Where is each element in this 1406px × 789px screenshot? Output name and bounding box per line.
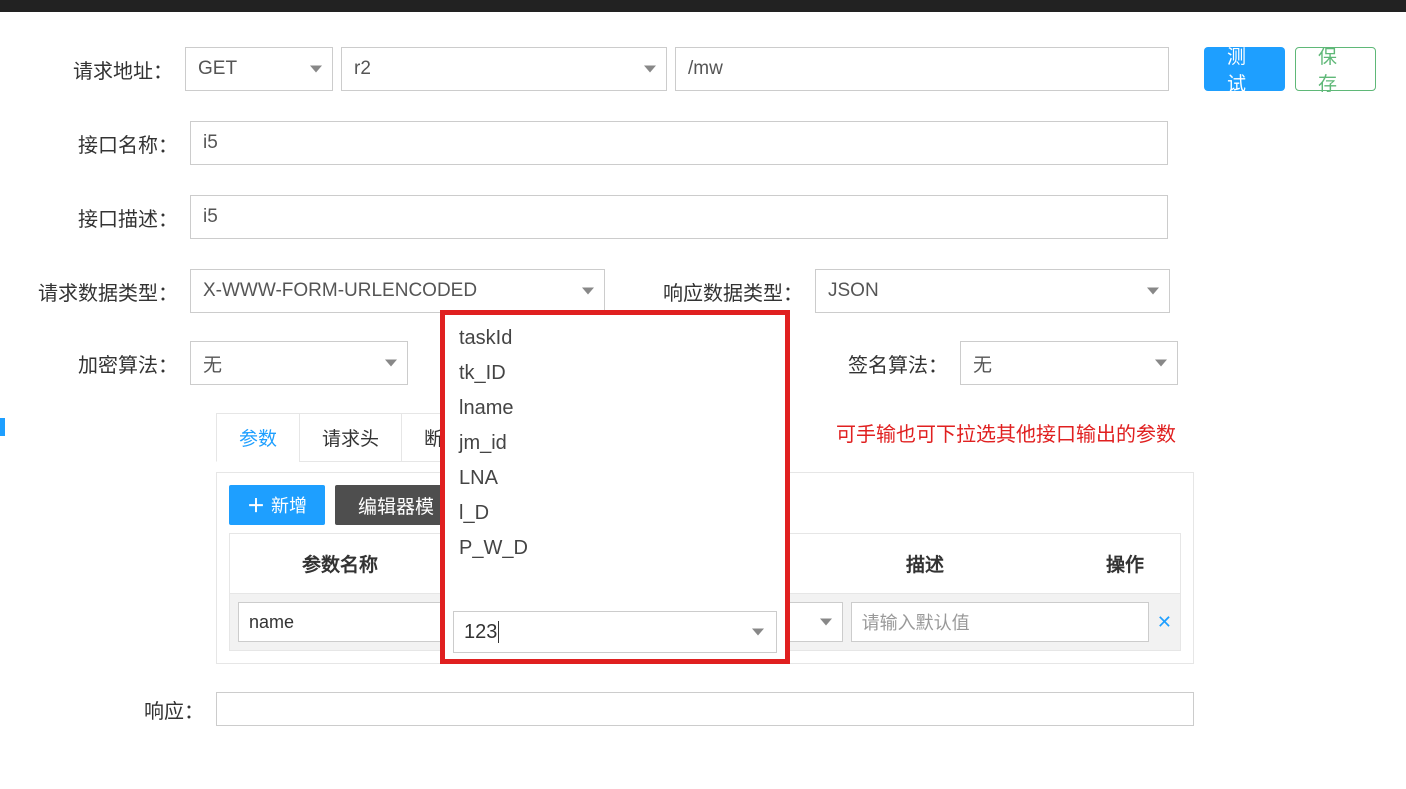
- dropdown-option[interactable]: tk_ID: [445, 356, 785, 391]
- plus-icon: ＋: [247, 492, 265, 518]
- block-signature: 签名算法： 无: [848, 341, 1178, 385]
- label-response: 响应：: [30, 695, 216, 724]
- path-input[interactable]: /mw: [675, 47, 1169, 91]
- label-response-data-type: 响应数据类型：: [663, 277, 815, 306]
- block-response-data-type: 响应数据类型： JSON: [663, 269, 1170, 313]
- th-param-desc: 描述: [780, 534, 1070, 593]
- interface-desc-input[interactable]: i5: [190, 195, 1168, 239]
- window-topbar: [0, 0, 1406, 12]
- row-interface-name: 接口名称： i5: [30, 121, 1376, 165]
- dropdown-option[interactable]: P_W_D: [445, 531, 785, 566]
- tab-headers[interactable]: 请求头: [299, 413, 402, 462]
- editor-mode-button[interactable]: 编辑器模: [335, 485, 457, 525]
- text-cursor: [498, 621, 499, 643]
- host-select[interactable]: r2: [341, 47, 667, 91]
- param-desc-placeholder: 请输入默认值: [862, 609, 970, 635]
- encryption-algo-value: 无: [203, 350, 222, 377]
- label-request-url: 请求地址：: [30, 55, 185, 84]
- tabs: 参数 请求头 断言: [216, 413, 1376, 462]
- http-method-value: GET: [198, 58, 237, 80]
- save-button[interactable]: 保存: [1295, 47, 1376, 91]
- dropdown-option[interactable]: taskId: [445, 321, 785, 356]
- row-interface-desc: 接口描述： i5: [30, 195, 1376, 239]
- url-row-actions: 测试 保存: [1204, 47, 1376, 91]
- row-request-url: 请求地址： GET r2 /mw 测试 保存: [30, 47, 1376, 91]
- add-param-button[interactable]: ＋ 新增: [229, 485, 325, 525]
- label-signature-algo: 签名算法：: [848, 349, 960, 378]
- request-url-controls: GET r2 /mw: [185, 47, 1169, 91]
- encryption-algo-select[interactable]: 无: [190, 341, 408, 385]
- annotation-text: 可手输也可下拉选其他接口输出的参数: [836, 418, 1176, 447]
- block-encryption: 加密算法： 无: [30, 341, 408, 385]
- http-method-select[interactable]: GET: [185, 47, 333, 91]
- block-request-data-type: 请求数据类型： X-WWW-FORM-URLENCODED: [30, 269, 605, 313]
- dropdown-combobox-input[interactable]: 123: [453, 611, 777, 653]
- label-interface-desc: 接口描述：: [30, 203, 190, 232]
- path-value: /mw: [688, 58, 723, 80]
- chevron-down-icon: [385, 360, 397, 367]
- dropdown-input-value: 123: [464, 621, 497, 644]
- dropdown-option[interactable]: l_D: [445, 496, 785, 531]
- chevron-down-icon: [820, 619, 832, 626]
- row-data-types: 请求数据类型： X-WWW-FORM-URLENCODED 响应数据类型： JS…: [30, 269, 1376, 313]
- param-desc-input[interactable]: 请输入默认值: [851, 602, 1149, 642]
- chevron-down-icon: [582, 288, 594, 295]
- response-output: [216, 692, 1194, 726]
- label-encryption-algo: 加密算法：: [30, 349, 190, 378]
- interface-desc-value: i5: [203, 206, 218, 228]
- tab-params[interactable]: 参数: [216, 413, 300, 462]
- chevron-down-icon: [752, 629, 764, 636]
- row-response: 响应：: [30, 692, 1376, 726]
- chevron-down-icon: [644, 66, 656, 73]
- param-name-value: name: [249, 612, 294, 633]
- chevron-down-icon: [1147, 288, 1159, 295]
- host-value: r2: [354, 58, 371, 80]
- request-data-type-value: X-WWW-FORM-URLENCODED: [203, 280, 477, 302]
- param-op-cell: ✕: [1157, 612, 1172, 633]
- dropdown-option[interactable]: lname: [445, 391, 785, 426]
- label-interface-name: 接口名称：: [30, 129, 190, 158]
- left-accent-bar: [0, 418, 5, 436]
- param-value-dropdown: taskId tk_ID lname jm_id LNA l_D P_W_D 1…: [440, 310, 790, 664]
- test-button[interactable]: 测试: [1204, 47, 1285, 91]
- th-param-op: 操作: [1070, 534, 1180, 593]
- signature-algo-select[interactable]: 无: [960, 341, 1178, 385]
- request-data-type-select[interactable]: X-WWW-FORM-URLENCODED: [190, 269, 605, 313]
- form-container: 请求地址： GET r2 /mw 测试 保存 接口名称： i5 接口描述：: [0, 12, 1406, 746]
- signature-algo-value: 无: [973, 350, 992, 377]
- chevron-down-icon: [310, 66, 322, 73]
- response-data-type-value: JSON: [828, 280, 879, 302]
- response-data-type-select[interactable]: JSON: [815, 269, 1170, 313]
- add-button-label: 新增: [271, 492, 307, 518]
- th-param-name: 参数名称: [230, 534, 450, 593]
- interface-name-value: i5: [203, 132, 218, 154]
- delete-row-button[interactable]: ✕: [1157, 612, 1172, 632]
- dropdown-option[interactable]: jm_id: [445, 426, 785, 461]
- interface-name-input[interactable]: i5: [190, 121, 1168, 165]
- chevron-down-icon: [1155, 360, 1167, 367]
- label-request-data-type: 请求数据类型：: [30, 277, 190, 306]
- dropdown-option[interactable]: LNA: [445, 461, 785, 496]
